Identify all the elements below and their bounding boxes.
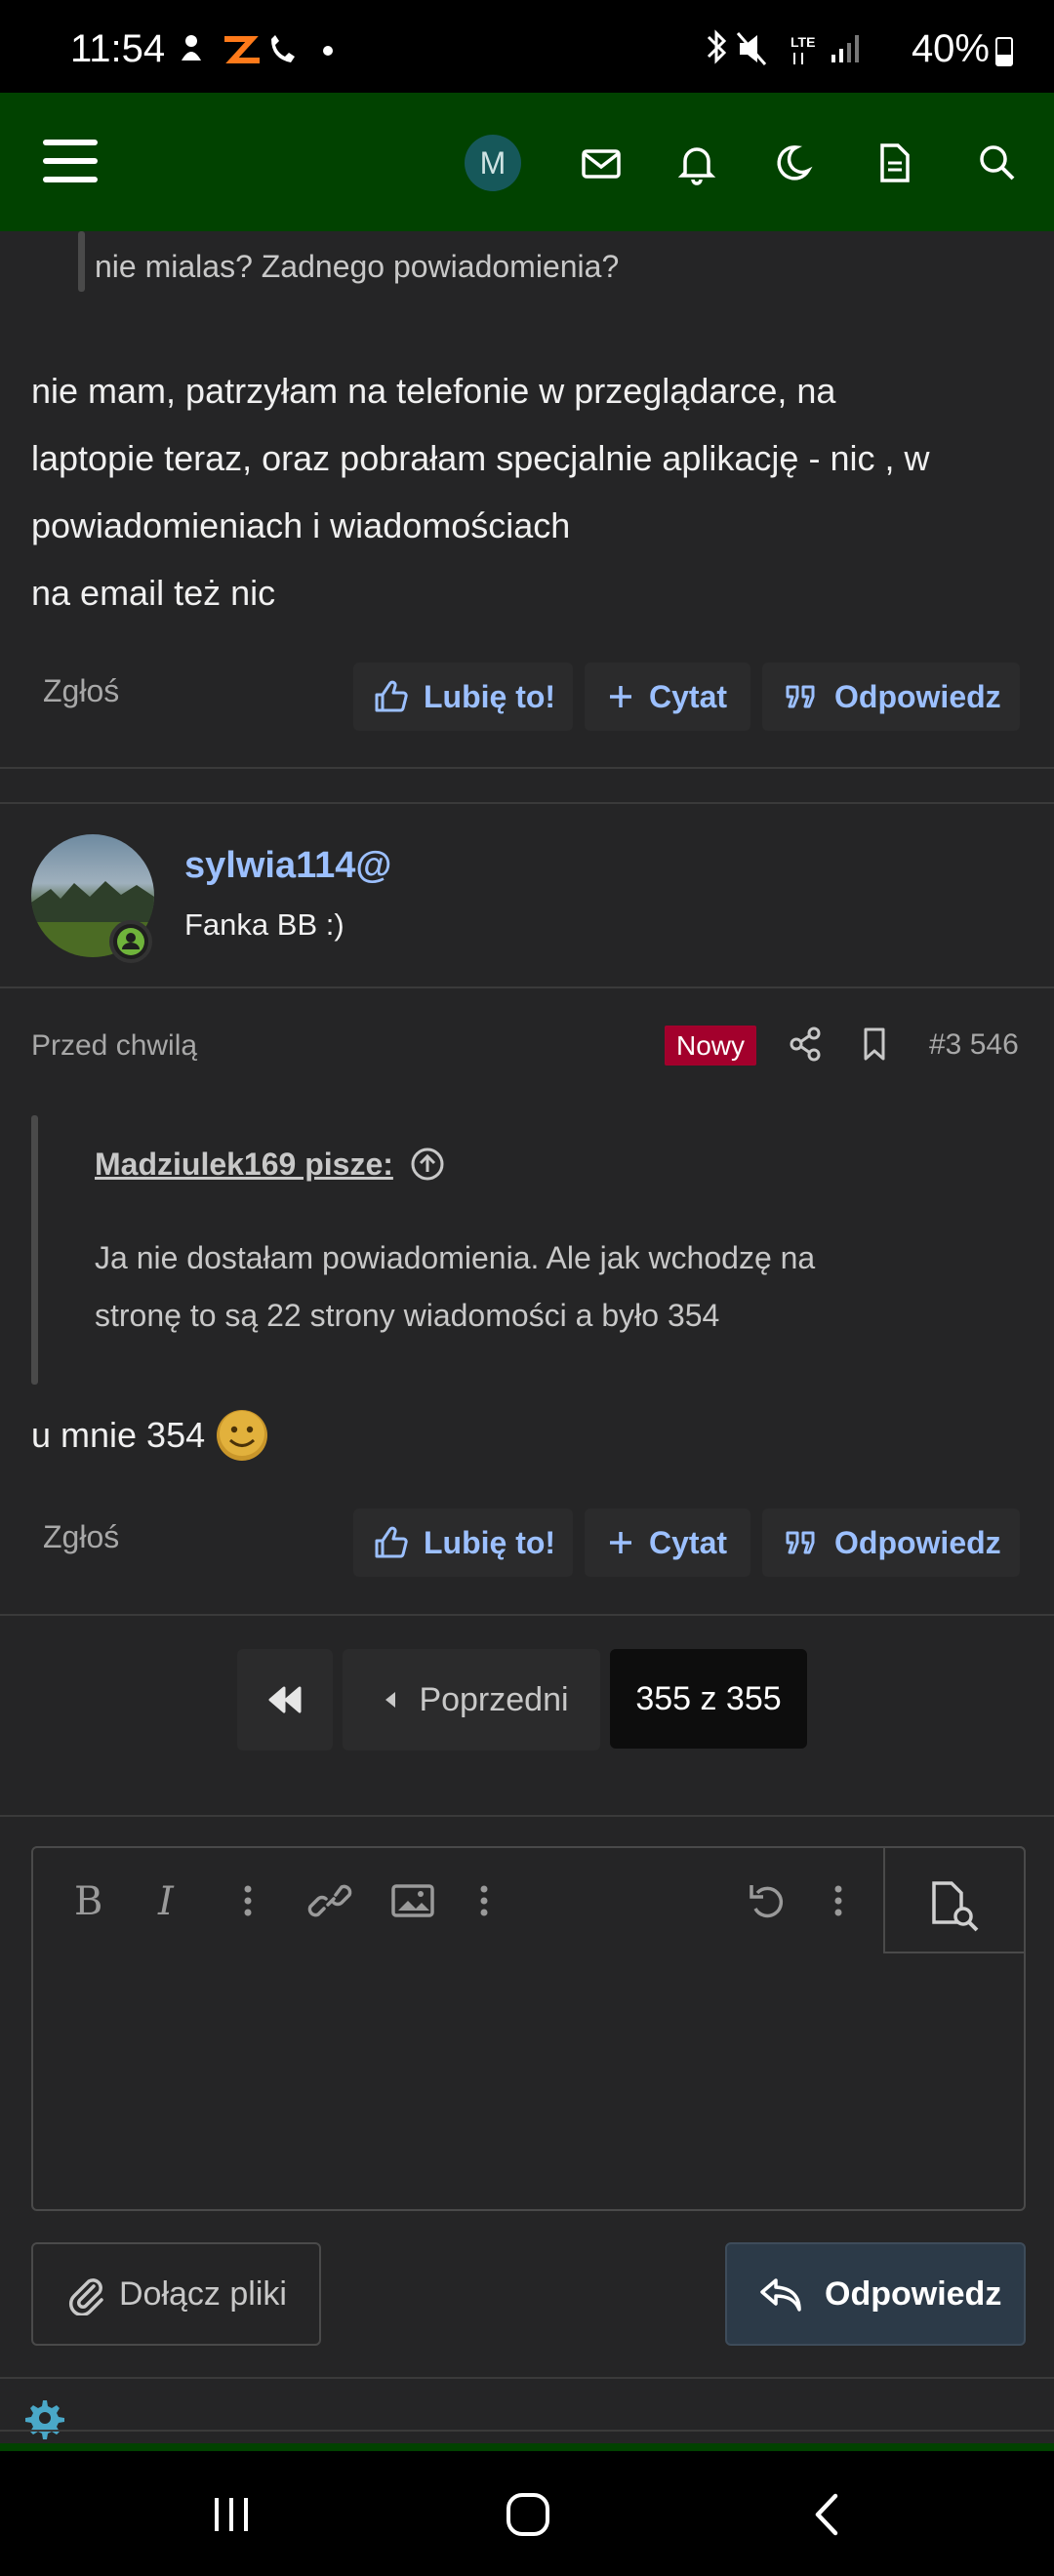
status-notification-icons (174, 29, 349, 68)
battery-icon (995, 37, 1013, 66)
arrow-up-circle-icon[interactable] (409, 1146, 446, 1183)
back-icon[interactable] (802, 2490, 851, 2539)
like-label: Lubię to! (424, 1524, 556, 1560)
settings-gear-icon[interactable] (20, 2395, 66, 2441)
svg-text:B: B (74, 1879, 102, 1922)
divider (0, 802, 1054, 804)
post-number[interactable]: #3 546 (929, 1028, 1019, 1062)
undo-icon[interactable] (744, 1879, 790, 1922)
post-body-text: u mnie 354 (31, 1415, 206, 1455)
system-nav-bar (0, 2451, 1054, 2576)
more-vertical-icon[interactable] (238, 1879, 258, 1922)
first-page-button[interactable] (237, 1649, 333, 1751)
like-button[interactable]: Lubię to! (353, 663, 573, 731)
thumbs-up-icon (375, 1526, 408, 1558)
document-search-icon (932, 1881, 979, 1932)
mail-icon[interactable] (574, 136, 628, 190)
footer-strip (0, 2443, 1054, 2451)
quote-bar (31, 1115, 38, 1385)
reply-button[interactable]: Odpowiedz (762, 663, 1020, 731)
caret-left-icon (385, 1692, 396, 1708)
online-status-icon (109, 920, 152, 963)
search-icon[interactable] (970, 136, 1025, 190)
plus-icon (610, 1532, 631, 1553)
post-author-title: Fanka BB :) (184, 907, 345, 942)
quote-button[interactable]: Cytat (585, 1509, 750, 1577)
more-vertical-icon[interactable] (474, 1879, 494, 1922)
share-icon[interactable] (787, 1025, 826, 1064)
report-link[interactable]: Zgłoś (43, 673, 119, 709)
post-body: u mnie 354 (31, 1408, 269, 1463)
recent-apps-icon[interactable] (207, 2490, 256, 2539)
quote-bar (78, 231, 85, 292)
user-avatar[interactable]: M (465, 135, 521, 191)
double-chevron-left-icon (268, 1686, 302, 1713)
app-header: M (0, 93, 1054, 231)
post-body-line: powiadomieniach i wiadomościach (31, 505, 571, 545)
like-label: Lubię to! (424, 678, 556, 714)
quote-line: Ja nie dostałam powiadomienia. Ale jak w… (95, 1240, 816, 1275)
submit-reply-button[interactable]: Odpowiedz (725, 2242, 1026, 2346)
reply-arrow-icon (760, 2278, 801, 2312)
report-link[interactable]: Zgłoś (43, 1519, 119, 1555)
post-body: nie mam, patrzyłam na telefonie w przegl… (31, 357, 1027, 626)
reply-label: Odpowiedz (834, 1524, 1001, 1560)
submit-reply-label: Odpowiedz (825, 2274, 1002, 2313)
moon-icon[interactable] (765, 136, 820, 190)
battery-level: 40% (911, 27, 990, 70)
attach-files-label: Dołącz pliki (119, 2274, 287, 2313)
document-icon[interactable] (867, 136, 921, 190)
quote-author[interactable]: Madziulek169 pisze: (95, 1146, 446, 1183)
italic-icon[interactable]: I (148, 1879, 191, 1922)
quote-body: Ja nie dostałam powiadomienia. Ale jak w… (95, 1229, 815, 1345)
quote-author-link[interactable]: Madziulek169 pisze: (95, 1147, 393, 1183)
smiley-icon (217, 1410, 268, 1461)
bold-icon[interactable]: B (68, 1879, 111, 1922)
quote-label: Cytat (649, 678, 728, 714)
quote-label: Cytat (649, 1524, 728, 1560)
status-bar: 11:54 LTE 40% (0, 0, 1054, 93)
quote-line: stronę to są 22 strony wiadomości a było… (95, 1298, 720, 1333)
post-author-username[interactable]: sylwia114@ (184, 845, 391, 887)
reply-button[interactable]: Odpowiedz (762, 1509, 1020, 1577)
preview-button[interactable] (883, 1846, 1026, 1953)
quote-button[interactable]: Cytat (585, 663, 750, 731)
status-time: 11:54 (70, 27, 166, 70)
new-badge: Nowy (665, 1026, 757, 1066)
previous-label: Poprzedni (419, 1680, 569, 1718)
status-system-icons: LTE (701, 29, 876, 68)
more-vertical-icon[interactable] (829, 1879, 848, 1922)
paperclip-icon (68, 2278, 103, 2315)
svg-text:LTE: LTE (790, 34, 815, 50)
bookmark-icon[interactable] (855, 1025, 894, 1064)
divider (0, 2377, 1054, 2379)
plus-icon (610, 686, 631, 707)
thumbs-up-icon (375, 680, 408, 712)
post-body-line: na email też nic (31, 573, 276, 613)
reply-label: Odpowiedz (834, 678, 1001, 714)
image-icon[interactable] (388, 1879, 437, 1922)
link-icon[interactable] (306, 1879, 353, 1922)
attach-files-button[interactable]: Dołącz pliki (31, 2242, 321, 2346)
svg-text:I: I (157, 1879, 175, 1922)
quote-marks-icon (786, 685, 815, 708)
quote-text: nie mialas? Zadnego powiadomienia? (95, 249, 620, 284)
divider (0, 986, 1054, 988)
like-button[interactable]: Lubię to! (353, 1509, 573, 1577)
previous-page-button[interactable]: Poprzedni (343, 1649, 600, 1751)
reply-editor[interactable]: B I (31, 1846, 1026, 2211)
post-body-line: laptopie teraz, oraz pobrałam specjalnie… (31, 438, 930, 478)
divider (0, 2430, 1054, 2432)
post-time[interactable]: Przed chwilą (31, 1029, 197, 1063)
divider (0, 1614, 1054, 1616)
menu-icon[interactable] (41, 134, 98, 188)
home-icon[interactable] (502, 2490, 554, 2539)
divider (0, 767, 1054, 769)
quote-marks-icon (786, 1531, 815, 1554)
divider (0, 1815, 1054, 1817)
post-body-line: nie mam, patrzyłam na telefonie w przegl… (31, 371, 836, 411)
current-page-indicator[interactable]: 355 z 355 (610, 1649, 807, 1749)
bell-icon[interactable] (669, 136, 724, 190)
